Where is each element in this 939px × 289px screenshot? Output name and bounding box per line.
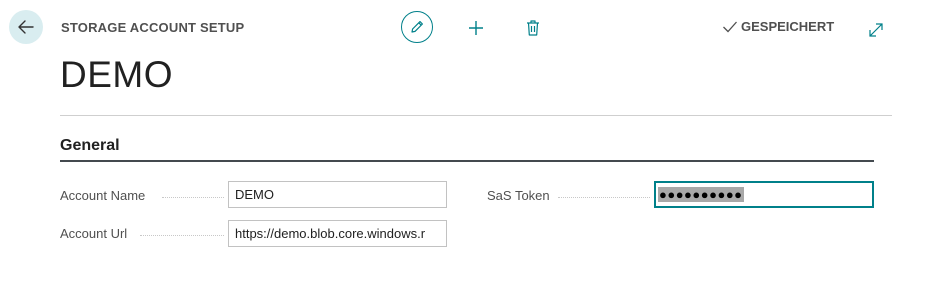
- edit-button[interactable]: [401, 11, 433, 43]
- sas-token-label: SaS Token: [487, 188, 550, 203]
- header-divider: [60, 115, 892, 116]
- section-title-general[interactable]: General: [60, 137, 120, 155]
- checkmark-icon: [723, 21, 737, 32]
- back-button[interactable]: [9, 10, 43, 44]
- delete-button[interactable]: [521, 16, 545, 40]
- account-url-label: Account Url: [60, 226, 128, 241]
- back-arrow-icon: [18, 20, 34, 34]
- plus-icon: [469, 21, 483, 35]
- expand-button[interactable]: [864, 18, 888, 42]
- account-name-leader: [162, 197, 224, 198]
- sas-token-field[interactable]: ●●●●●●●●●●: [654, 181, 874, 208]
- account-name-label: Account Name: [60, 188, 146, 203]
- section-underline: [60, 160, 874, 162]
- expand-icon: [869, 23, 883, 37]
- trash-icon: [527, 20, 539, 36]
- page-caption: STORAGE ACCOUNT SETUP: [61, 20, 245, 35]
- sas-token-leader: [558, 197, 650, 198]
- new-button[interactable]: [464, 16, 488, 40]
- saved-status: GESPEICHERT: [722, 19, 834, 34]
- saved-status-label: GESPEICHERT: [741, 19, 835, 34]
- pencil-icon: [411, 21, 423, 33]
- account-url-field[interactable]: https://demo.blob.core.windows.r: [228, 220, 447, 247]
- page-title: DEMO: [60, 54, 173, 95]
- account-url-leader: [140, 235, 224, 236]
- sas-token-value: ●●●●●●●●●●: [658, 187, 744, 202]
- account-name-field[interactable]: DEMO: [228, 181, 447, 208]
